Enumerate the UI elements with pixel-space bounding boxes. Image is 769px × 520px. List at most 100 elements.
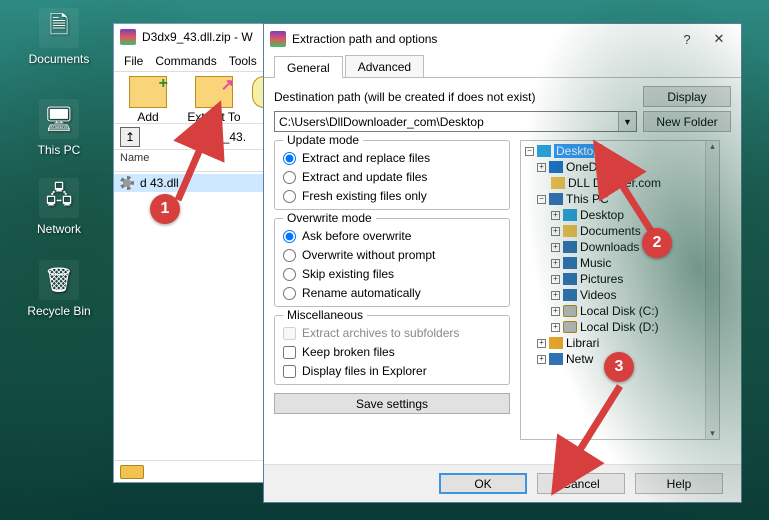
display-button[interactable]: Display <box>643 86 731 107</box>
radio-label: Rename automatically <box>302 286 421 300</box>
desktop-icon-label: Network <box>14 222 104 236</box>
radio-label: Extract and replace files <box>302 151 430 165</box>
tree-scrollbar[interactable] <box>705 141 719 439</box>
dialog-body: Destination path (will be created if doe… <box>264 78 741 448</box>
tab-advanced[interactable]: Advanced <box>345 55 424 77</box>
radio-input[interactable] <box>283 190 296 203</box>
desktop-icon-documents[interactable]: 🗎 Documents <box>14 8 104 66</box>
checkbox-input[interactable] <box>283 365 296 378</box>
tree-label: OneD <box>566 160 597 174</box>
radio-fresh-existing[interactable]: Fresh existing files only <box>283 189 501 203</box>
radio-input[interactable] <box>283 287 296 300</box>
expand-icon[interactable]: + <box>551 211 560 220</box>
checkbox-label: Display files in Explorer <box>302 364 427 378</box>
chevron-down-icon[interactable]: ▼ <box>618 112 636 131</box>
close-button[interactable]: ✕ <box>703 27 735 51</box>
checkbox-input <box>283 327 296 340</box>
radio-label: Extract and update files <box>302 170 427 184</box>
extract-to-icon <box>195 76 233 108</box>
marker-1: 1 <box>150 194 180 224</box>
tree-label: Librari <box>566 336 599 350</box>
tree-label: Netw <box>566 352 593 366</box>
expand-icon[interactable]: + <box>551 243 560 252</box>
collapse-icon[interactable]: − <box>537 195 546 204</box>
group-title: Overwrite mode <box>283 211 376 225</box>
radio-label: Ask before overwrite <box>302 229 411 243</box>
checkbox-label: Extract archives to subfolders <box>302 326 459 340</box>
group-update-mode: Update mode Extract and replace files Ex… <box>274 140 510 210</box>
annotation-arrow-1 <box>170 120 220 213</box>
desktop-icon-network[interactable]: 🖧 Network <box>14 178 104 236</box>
drive-icon <box>563 305 577 317</box>
group-title: Update mode <box>283 133 363 147</box>
tool-label: Add <box>120 110 176 124</box>
collapse-icon[interactable]: − <box>525 147 534 156</box>
expand-icon[interactable]: + <box>551 307 560 316</box>
desktop-icon-thispc[interactable]: 🖥 This PC <box>14 99 104 157</box>
tool-add[interactable]: Add <box>120 76 176 119</box>
expand-icon[interactable]: + <box>537 339 546 348</box>
tree-this-videos[interactable]: + Videos <box>525 287 703 303</box>
radio-input[interactable] <box>283 268 296 281</box>
expand-icon[interactable]: + <box>551 275 560 284</box>
tree-this-c[interactable]: +Local Disk (C:) <box>525 303 703 319</box>
expand-icon[interactable]: + <box>537 355 546 364</box>
tab-general[interactable]: General <box>274 56 343 78</box>
add-icon <box>129 76 167 108</box>
dest-path-combo[interactable]: ▼ <box>274 111 637 132</box>
radio-overwrite-no-prompt[interactable]: Overwrite without prompt <box>283 248 501 262</box>
dest-path-input[interactable] <box>275 112 618 131</box>
save-settings-button[interactable]: Save settings <box>274 393 510 414</box>
radio-ask-overwrite[interactable]: Ask before overwrite <box>283 229 501 243</box>
check-display-explorer[interactable]: Display files in Explorer <box>283 364 501 378</box>
tree-this-d[interactable]: +Local Disk (D:) <box>525 319 703 335</box>
ok-button[interactable]: OK <box>439 473 527 494</box>
radio-rename-auto[interactable]: Rename automatically <box>283 286 501 300</box>
dialog-titlebar[interactable]: Extraction path and options ? ✕ <box>264 24 741 54</box>
radio-label: Overwrite without prompt <box>302 248 435 262</box>
radio-input[interactable] <box>283 152 296 165</box>
titlebar-help-button[interactable]: ? <box>671 27 703 51</box>
up-button[interactable]: ↥ <box>120 127 140 147</box>
radio-input[interactable] <box>283 171 296 184</box>
help-button[interactable]: Help <box>635 473 723 494</box>
desktop-icon-recycle[interactable]: 🗑 Recycle Bin <box>14 260 104 318</box>
menu-tools[interactable]: Tools <box>225 52 261 70</box>
tree-this-pictures[interactable]: +Pictures <box>525 271 703 287</box>
drive-icon <box>563 321 577 333</box>
radio-extract-and-update[interactable]: Extract and update files <box>283 170 501 184</box>
desktop-icon-label: Documents <box>14 52 104 66</box>
dll-icon <box>120 176 134 190</box>
radio-input[interactable] <box>283 230 296 243</box>
pictures-icon <box>563 273 577 285</box>
menu-file[interactable]: File <box>120 52 147 70</box>
expand-icon[interactable]: + <box>551 291 560 300</box>
network-icon: 🖧 <box>39 178 79 218</box>
tree-libraries[interactable]: + Librari <box>525 335 703 351</box>
tool-extract-to[interactable]: Extract To <box>186 76 242 119</box>
radio-input[interactable] <box>283 249 296 262</box>
winrar-icon <box>120 29 136 45</box>
expand-icon[interactable]: + <box>551 323 560 332</box>
radio-extract-and-replace[interactable]: Extract and replace files <box>283 151 501 165</box>
dest-path-label: Destination path (will be created if doe… <box>274 90 637 104</box>
documents-icon: 🗎 <box>39 8 79 48</box>
documents-icon <box>563 225 577 237</box>
dialog-tabs: General Advanced <box>264 54 741 78</box>
tree-this-music[interactable]: +Music <box>525 255 703 271</box>
recycle-icon: 🗑 <box>39 260 79 300</box>
radio-label: Skip existing files <box>302 267 394 281</box>
dialog-title: Extraction path and options <box>292 32 671 46</box>
radio-skip-existing[interactable]: Skip existing files <box>283 267 501 281</box>
winrar-icon <box>270 31 286 47</box>
expand-icon[interactable]: + <box>551 227 560 236</box>
tree-label: Videos <box>580 288 616 302</box>
expand-icon[interactable]: + <box>551 259 560 268</box>
expand-icon[interactable]: + <box>537 163 546 172</box>
menu-commands[interactable]: Commands <box>151 52 220 70</box>
new-folder-button[interactable]: New Folder <box>643 111 731 132</box>
up-icon: ↥ <box>125 130 135 144</box>
checkbox-input[interactable] <box>283 346 296 359</box>
check-keep-broken[interactable]: Keep broken files <box>283 345 501 359</box>
radio-label: Fresh existing files only <box>302 189 427 203</box>
